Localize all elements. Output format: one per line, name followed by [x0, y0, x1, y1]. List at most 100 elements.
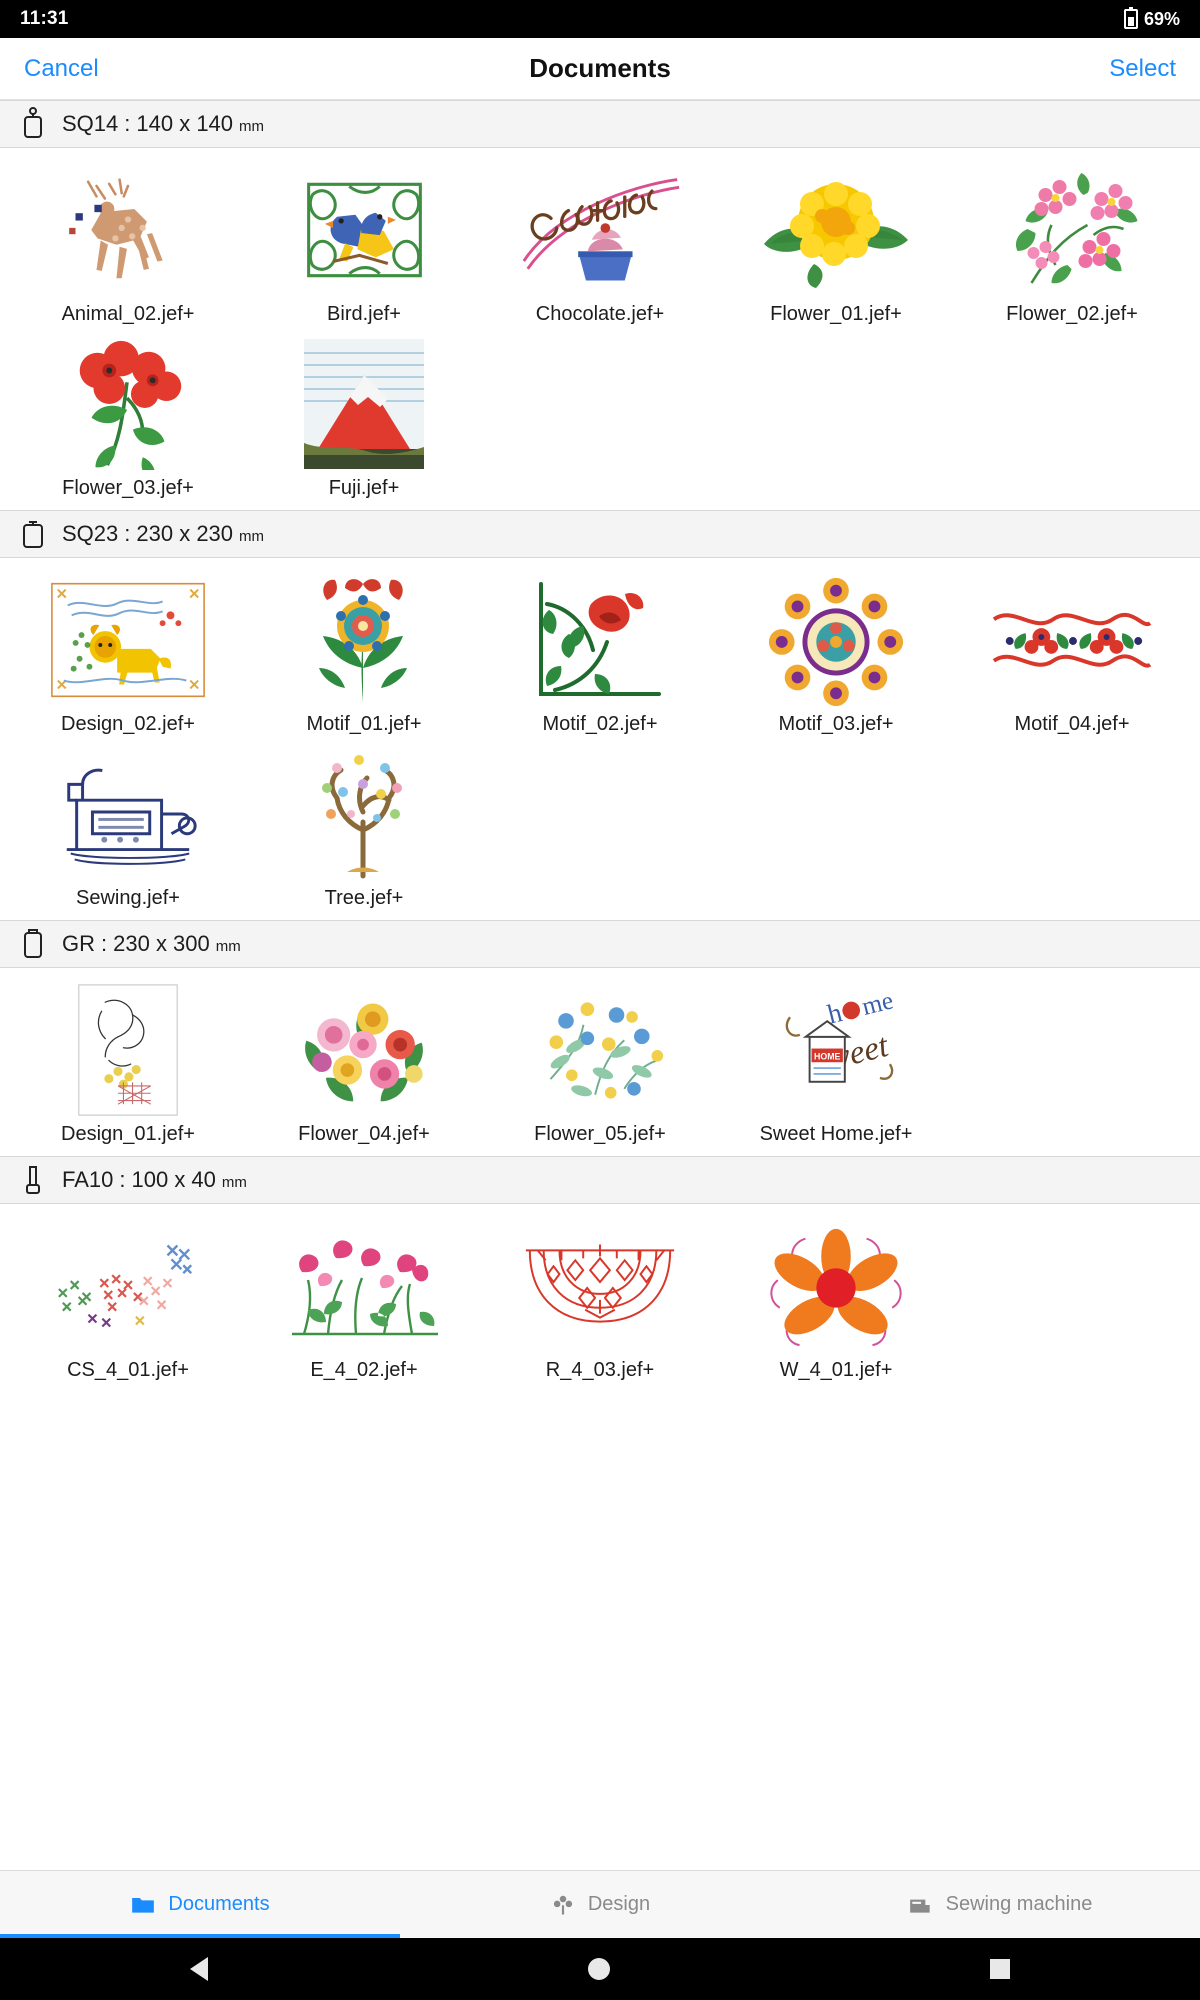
design-thumbnail-chocolate[interactable] — [513, 164, 688, 296]
design-item[interactable]: h me Sweet HOME Sweet Home.jef+ — [718, 974, 954, 1146]
section-colon: : — [101, 931, 108, 956]
design-item[interactable]: Design_02.jef+ — [10, 564, 246, 736]
section-header-sq23: SQ23:230 x 230 mm — [0, 510, 1200, 558]
design-item[interactable]: E_4_02.jef+ — [246, 1210, 482, 1382]
section-hoop-name: SQ14 — [62, 111, 119, 136]
design-thumbnail-scatter[interactable] — [513, 984, 688, 1116]
design-thumbnail-deer[interactable] — [41, 164, 216, 296]
status-clock: 11:31 — [20, 8, 69, 29]
tab-design-label: Design — [587, 1893, 651, 1915]
design-thumbnail-motif4[interactable] — [985, 574, 1160, 706]
design-filename: Motif_01.jef+ — [306, 713, 422, 735]
design-item[interactable]: Flower_01.jef+ — [718, 154, 954, 326]
design-item[interactable]: Animal_02.jef+ — [10, 154, 246, 326]
design-item[interactable]: Flower_03.jef+ — [10, 328, 246, 500]
design-item[interactable]: Motif_01.jef+ — [246, 564, 482, 736]
select-button[interactable]: Select — [1109, 55, 1176, 83]
design-filename: Sewing.jef+ — [76, 887, 180, 909]
design-thumbnail-orangeflower[interactable] — [749, 1220, 924, 1352]
hoop-sq14-icon — [18, 107, 48, 141]
section-hoop-unit: mm — [239, 528, 265, 545]
design-thumbnail-fuji[interactable] — [277, 338, 452, 470]
design-filename: Motif_04.jef+ — [1014, 713, 1130, 735]
cancel-button[interactable]: Cancel — [24, 55, 99, 83]
design-filename: Flower_04.jef+ — [298, 1123, 430, 1145]
home-circle-icon[interactable] — [588, 1958, 610, 1980]
section-hoop-size: 230 x 300 — [113, 931, 210, 956]
design-item[interactable]: Bird.jef+ — [246, 154, 482, 326]
design-thumbnail-crossstitch[interactable] — [41, 1220, 216, 1352]
section-hoop-name: SQ23 — [62, 521, 119, 546]
design-filename: Flower_02.jef+ — [1006, 303, 1138, 325]
page-title: Documents — [529, 53, 671, 83]
back-triangle-icon[interactable] — [190, 1957, 208, 1981]
tab-sewing-machine-label: Sewing machine — [945, 1893, 1093, 1915]
documents-list[interactable]: SQ14:140 x 140 mm Animal_02.jef+ Bird.je… — [0, 100, 1200, 1870]
design-filename: Flower_01.jef+ — [770, 303, 902, 325]
tab-design[interactable]: Design — [400, 1871, 800, 1938]
folder-icon — [130, 1892, 156, 1918]
section-title-fa10: FA10:100 x 40 mm — [62, 1167, 247, 1193]
section-header-gr: GR:230 x 300 mm — [0, 920, 1200, 968]
design-item[interactable]: Flower_02.jef+ — [954, 154, 1190, 326]
design-thumbnail-tulips[interactable] — [277, 1220, 452, 1352]
status-right-group: 69% — [1123, 7, 1180, 30]
design-item[interactable]: Chocolate.jef+ — [482, 154, 718, 326]
design-filename: Animal_02.jef+ — [61, 303, 195, 325]
section-hoop-unit: mm — [221, 1174, 247, 1191]
hoop-gr-icon — [18, 927, 48, 961]
design-thumbnail-poppy[interactable] — [41, 338, 216, 470]
design-filename: Design_02.jef+ — [61, 713, 195, 735]
svg-text:HOME: HOME — [814, 1051, 841, 1061]
design-thumbnail-sweethome[interactable]: h me Sweet HOME — [749, 984, 924, 1116]
section-header-sq14: SQ14:140 x 140 mm — [0, 100, 1200, 148]
design-filename: CS_4_01.jef+ — [67, 1359, 189, 1381]
tab-documents[interactable]: Documents — [0, 1871, 400, 1938]
design-thumbnail-redlace[interactable] — [513, 1220, 688, 1352]
section-hoop-size: 100 x 40 — [131, 1167, 216, 1192]
battery-charging-icon — [1123, 7, 1138, 29]
design-item[interactable]: Motif_02.jef+ — [482, 564, 718, 736]
design-thumbnail-motif2[interactable] — [513, 574, 688, 706]
design-thumbnail-bouquet[interactable] — [277, 984, 452, 1116]
design-item[interactable]: Flower_04.jef+ — [246, 974, 482, 1146]
section-header-fa10: FA10:100 x 40 mm — [0, 1156, 1200, 1204]
status-bar: 11:31 69% — [0, 0, 1200, 38]
section-hoop-name: FA10 — [62, 1167, 114, 1192]
design-thumbnail-lion[interactable] — [41, 574, 216, 706]
design-item[interactable]: Motif_04.jef+ — [954, 564, 1190, 736]
design-filename: Tree.jef+ — [324, 887, 404, 909]
section-hoop-unit: mm — [215, 938, 241, 955]
battery-percent-label: 69% — [1143, 8, 1180, 29]
design-filename: Bird.jef+ — [327, 303, 401, 325]
design-item[interactable]: CS_4_01.jef+ — [10, 1210, 246, 1382]
section-colon: : — [124, 521, 131, 546]
design-thumbnail-birds[interactable] — [277, 164, 452, 296]
design-item[interactable]: W_4_01.jef+ — [718, 1210, 954, 1382]
design-thumbnail-sewing[interactable] — [41, 748, 216, 880]
tab-documents-label: Documents — [168, 1893, 270, 1915]
recents-square-icon[interactable] — [990, 1959, 1010, 1979]
design-thumbnail-marigold[interactable] — [749, 164, 924, 296]
design-item[interactable]: Flower_05.jef+ — [482, 974, 718, 1146]
design-item[interactable]: R_4_03.jef+ — [482, 1210, 718, 1382]
design-thumbnail-motif1[interactable] — [277, 574, 452, 706]
tab-sewing-machine[interactable]: Sewing machine — [800, 1871, 1200, 1938]
design-thumbnail-motif3[interactable] — [749, 574, 924, 706]
design-thumbnail-pinkblossom[interactable] — [985, 164, 1160, 296]
design-grid-sq23: Design_02.jef+ Motif_01.jef+ Motif_02.je… — [0, 558, 1200, 920]
design-item[interactable]: Fuji.jef+ — [246, 328, 482, 500]
design-item[interactable]: Design_01.jef+ — [10, 974, 246, 1146]
design-item[interactable]: Sewing.jef+ — [10, 738, 246, 910]
design-filename: Motif_02.jef+ — [542, 713, 658, 735]
design-item[interactable]: Tree.jef+ — [246, 738, 482, 910]
design-thumbnail-tree[interactable] — [277, 748, 452, 880]
design-item[interactable]: Motif_03.jef+ — [718, 564, 954, 736]
design-filename: Chocolate.jef+ — [535, 303, 665, 325]
design-grid-sq14: Animal_02.jef+ Bird.jef+ Chocolate.jef+ … — [0, 148, 1200, 510]
design-filename: R_4_03.jef+ — [545, 1359, 655, 1381]
device-screen: 11:31 69% Cancel Documents Select SQ14:1… — [0, 0, 1200, 2000]
design-thumbnail-sketch[interactable] — [41, 984, 216, 1116]
section-hoop-size: 230 x 230 — [136, 521, 234, 546]
design-filename: Fuji.jef+ — [328, 477, 400, 499]
